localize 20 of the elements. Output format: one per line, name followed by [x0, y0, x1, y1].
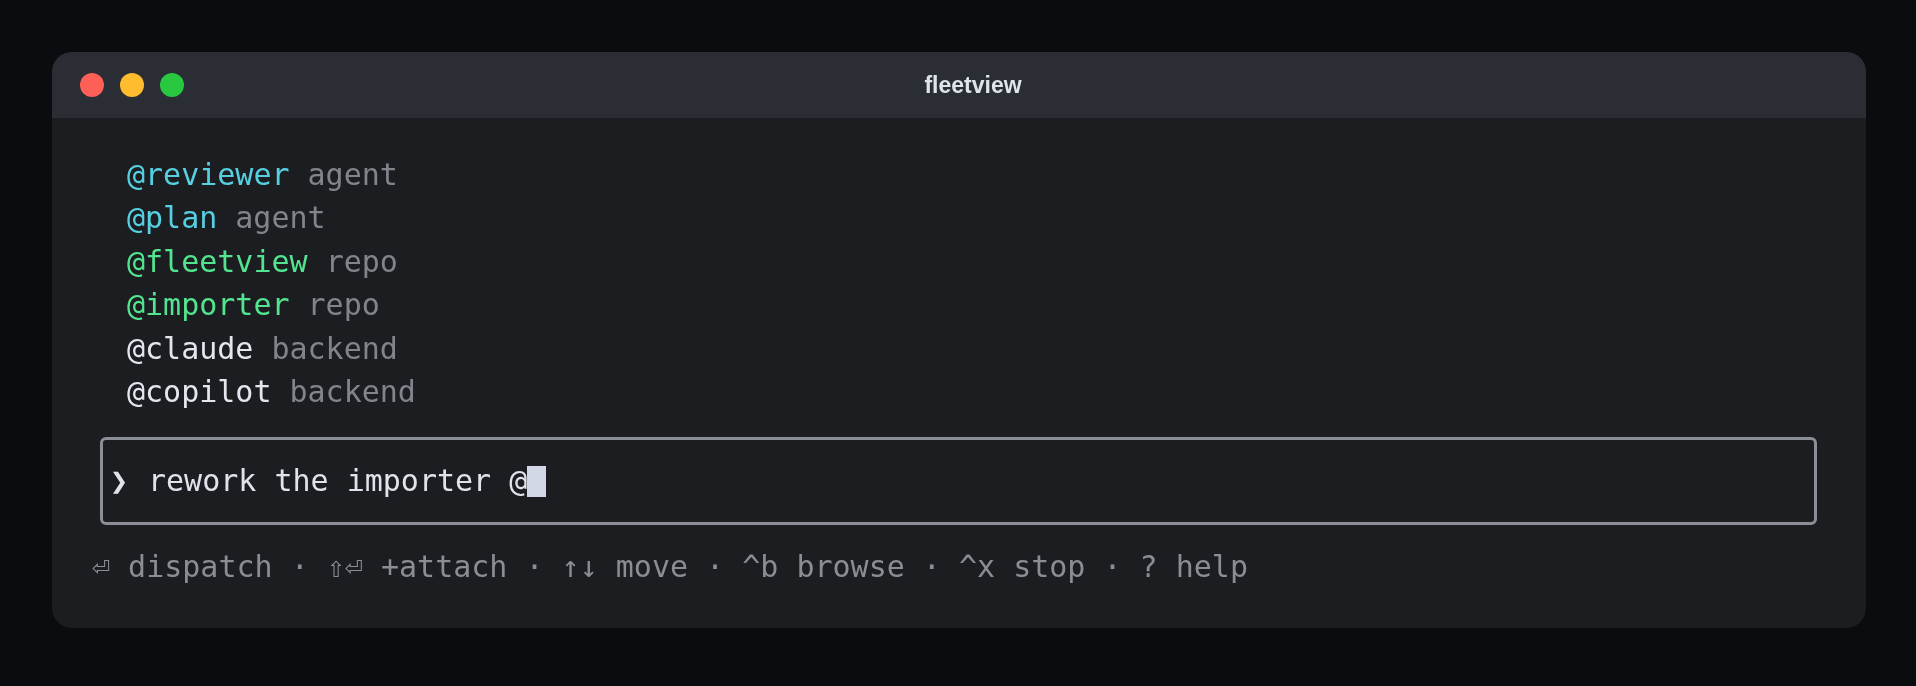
input-text: rework the importer @: [148, 466, 528, 496]
minimize-button[interactable]: [120, 73, 144, 97]
mention-option[interactable]: @copilot: [127, 374, 272, 411]
mention-type-label: backend: [289, 374, 416, 411]
mention-type-label: repo: [325, 243, 398, 280]
mention-type-label: agent: [307, 156, 398, 193]
mention-type-label: repo: [307, 287, 380, 324]
mention-type-label: agent: [235, 200, 326, 237]
keyboard-hints: ⏎ dispatch · ⇧⏎ +attach · ↑↓ move · ^b browse · ^x stop · ? help: [91, 548, 1249, 586]
mention-option[interactable]: @importer: [127, 287, 290, 324]
message-input[interactable]: ❯ rework the importer @: [100, 437, 1817, 525]
zoom-button[interactable]: [160, 73, 184, 97]
mention-type-label: backend: [271, 330, 398, 367]
mention-option[interactable]: @claude: [127, 330, 254, 367]
window-title: fleetview: [924, 73, 1022, 97]
mention-option[interactable]: @plan: [127, 200, 218, 237]
mention-option[interactable]: @fleetview: [127, 243, 308, 280]
close-button[interactable]: [80, 73, 104, 97]
prompt-symbol: ❯: [110, 466, 130, 496]
mention-option[interactable]: @reviewer: [127, 156, 290, 193]
